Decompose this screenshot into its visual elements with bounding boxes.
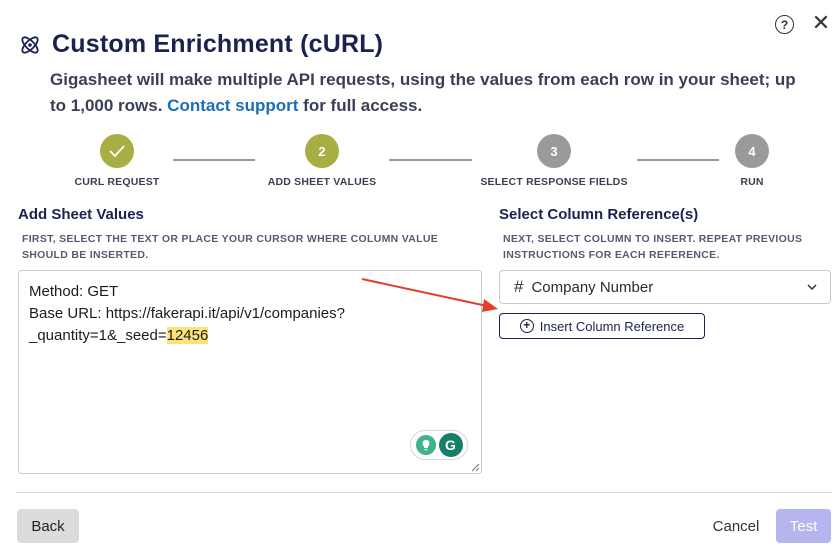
select-column-title: Select Column Reference(s) xyxy=(499,206,699,223)
cancel-button[interactable]: Cancel xyxy=(700,509,772,543)
step-number: 4 xyxy=(735,134,769,168)
grammarly-widget[interactable]: G xyxy=(410,430,468,460)
back-button[interactable]: Back xyxy=(17,509,79,543)
step-connector xyxy=(389,159,472,161)
step-connector xyxy=(637,159,719,161)
page-title: Custom Enrichment (cURL) xyxy=(52,30,384,58)
select-column-hint: NEXT, SELECT COLUMN TO INSERT. REPEAT PR… xyxy=(503,233,803,261)
step-number: 2 xyxy=(305,134,339,168)
plus-circle-icon: + xyxy=(519,319,534,333)
check-icon xyxy=(100,134,134,168)
grammarly-logo-icon[interactable]: G xyxy=(438,433,463,457)
add-sheet-values-hint: FIRST, SELECT THE TEXT OR PLACE YOUR CUR… xyxy=(22,233,439,261)
hash-icon: # xyxy=(514,277,524,296)
annotation-arrow xyxy=(361,278,498,312)
dialog-header: Custom Enrichment (cURL) xyxy=(18,30,383,59)
step-connector xyxy=(173,159,255,161)
step-add-sheet-values: 2 ADD SHEET VALUES xyxy=(262,134,382,188)
stepper: CURL REQUEST 2 ADD SHEET VALUES 3 SELECT… xyxy=(0,134,833,194)
step-number: 3 xyxy=(537,134,571,168)
editor-text: _quantity=1&_seed= xyxy=(29,327,167,344)
insert-column-reference-button[interactable]: + Insert Column Reference xyxy=(499,313,705,339)
dialog-subtitle: Gigasheet will make multiple API request… xyxy=(50,67,810,119)
insert-button-label: Insert Column Reference xyxy=(539,318,685,334)
step-run: 4 RUN xyxy=(722,134,782,188)
step-label: CURL REQUEST xyxy=(74,176,160,188)
column-select-value: Company Number xyxy=(531,278,654,296)
add-sheet-values-title: Add Sheet Values xyxy=(18,206,144,223)
atom-icon xyxy=(21,35,39,54)
step-curl-request: CURL REQUEST xyxy=(67,134,167,188)
close-icon[interactable]: ✕ xyxy=(811,12,831,34)
selected-text[interactable]: 12456 xyxy=(166,327,209,344)
step-label: ADD SHEET VALUES xyxy=(267,176,377,188)
grammarly-bulb-icon[interactable] xyxy=(415,435,436,455)
chevron-down-icon xyxy=(807,284,817,291)
step-select-response-fields: 3 SELECT RESPONSE FIELDS xyxy=(479,134,629,188)
subtitle-text: Gigasheet will make multiple API request… xyxy=(50,70,796,115)
step-label: RUN xyxy=(740,176,764,188)
column-select[interactable]: # Company Number xyxy=(499,270,831,304)
footer-divider xyxy=(16,492,832,493)
resize-handle-icon[interactable] xyxy=(470,462,480,472)
step-label: SELECT RESPONSE FIELDS xyxy=(480,176,628,188)
contact-support-link[interactable]: Contact support xyxy=(167,96,298,115)
test-button[interactable]: Test xyxy=(776,509,831,543)
editor-line: _quantity=1&_seed=12456 xyxy=(29,325,471,347)
help-icon[interactable]: ? xyxy=(775,15,794,34)
subtitle-text-end: for full access. xyxy=(298,96,423,115)
